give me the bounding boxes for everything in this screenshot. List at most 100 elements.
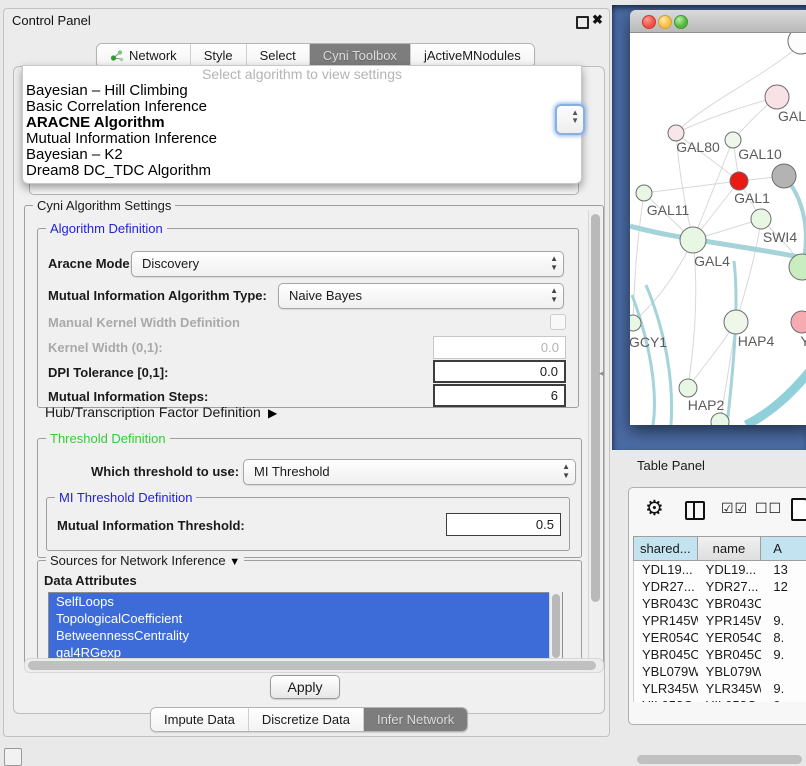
mi-steps-field[interactable]: 6 (433, 384, 566, 407)
table-row[interactable]: YBR045CYBR045C9. (634, 646, 806, 663)
manual-kernel-checkbox[interactable] (550, 314, 566, 330)
table-cell: 13 (761, 561, 806, 578)
node-label: HAP2 (688, 397, 725, 413)
network-node[interactable] (724, 310, 748, 334)
tab-network[interactable]: Network (97, 44, 191, 67)
table-row[interactable]: YDL19...YDL19...13 (634, 561, 806, 578)
minimize-window-icon[interactable] (658, 15, 672, 29)
table-row[interactable]: YLR345WYLR345W9. (634, 680, 806, 697)
focused-combobox-end[interactable]: ▲▼ (555, 104, 585, 135)
cyni-algorithm-settings-group: Cyni Algorithm Settings Algorithm Defini… (24, 205, 604, 667)
network-node[interactable] (772, 164, 796, 188)
tab-select[interactable]: Select (247, 44, 310, 67)
column-header-third[interactable]: A (760, 536, 806, 561)
network-window-titlebar[interactable] (630, 10, 806, 33)
table-cell: 9. (761, 646, 806, 663)
table-row[interactable]: YBL079WYBL079W (634, 663, 806, 680)
algorithm-option[interactable]: Basic Correlation Inference (23, 99, 581, 115)
mi-type-label: Mutual Information Algorithm Type: (48, 288, 267, 303)
tab-impute-data[interactable]: Impute Data (151, 708, 249, 731)
network-node[interactable] (751, 209, 771, 229)
table-cell: YBR043C (634, 595, 698, 612)
expand-arrow-icon: ▶ (265, 406, 278, 420)
network-canvas[interactable]: GALGAL80GAL10GAL1GAL11SWI4GAL4GCY1HAP4YH… (630, 33, 806, 425)
table-toolbar: ⚙ ☑☑ ☐☐ (629, 494, 806, 530)
zoom-window-icon[interactable] (674, 15, 688, 29)
table-hscrollbar-thumb[interactable] (637, 755, 802, 764)
column-header-shared-name[interactable]: shared... (633, 536, 697, 561)
apply-button[interactable]: Apply (270, 675, 340, 699)
algorithm-dropdown-list: Bayesian – Hill ClimbingBasic Correlatio… (23, 83, 581, 179)
table-row[interactable]: YDR27...YDR27...12 (634, 578, 806, 595)
mi-threshold-field[interactable]: 0.5 (446, 513, 561, 536)
tab-label: jActiveMNodules (424, 48, 521, 63)
table-hscrollbar[interactable] (635, 754, 806, 765)
sources-group: Sources for Network Inference ▼ Data Att… (37, 560, 582, 666)
settings-hscrollbar[interactable] (24, 658, 604, 673)
network-node[interactable] (680, 227, 706, 253)
network-node[interactable] (791, 311, 806, 333)
dpi-tolerance-field[interactable]: 0.0 (433, 360, 566, 383)
network-node[interactable] (788, 33, 806, 54)
gear-icon[interactable]: ⚙ (645, 496, 664, 521)
tab-style[interactable]: Style (191, 44, 247, 67)
hub-definition-label: Hub/Transcription Factor Definition (45, 404, 261, 420)
tab-discretize-data[interactable]: Discretize Data (249, 708, 364, 731)
algorithm-option[interactable]: Dream8 DC_TDC Algorithm (23, 163, 581, 179)
tab-cyni-toolbox[interactable]: Cyni Toolbox (310, 44, 411, 67)
settings-hscrollbar-thumb[interactable] (28, 661, 596, 670)
network-icon (110, 49, 124, 62)
minimized-window-icon[interactable] (4, 748, 22, 766)
table-row[interactable]: YIL052CYIL052C9. (634, 697, 806, 702)
kernel-width-field[interactable]: 0.0 (433, 336, 566, 359)
hub-definition-toggle[interactable]: Hub/Transcription Factor Definition ▶ (45, 404, 277, 420)
algorithm-option[interactable]: Mutual Information Inference (23, 131, 581, 147)
float-panel-icon[interactable] (576, 16, 589, 29)
network-node[interactable] (636, 185, 652, 201)
network-node[interactable] (730, 172, 748, 190)
close-window-icon[interactable] (642, 15, 656, 29)
table-cell: YER054C (634, 629, 698, 646)
settings-vscrollbar[interactable] (588, 210, 602, 662)
algorithm-option[interactable]: Bayesian – K2 (23, 147, 581, 163)
kernel-width-label: Kernel Width (0,1): (48, 340, 163, 355)
data-attribute-item[interactable]: TopologicalCoefficient (49, 610, 562, 627)
group-title: Threshold Definition (46, 431, 170, 446)
tab-label: Style (204, 48, 233, 63)
sources-title: Sources for Network Inference (50, 553, 226, 568)
settings-vscrollbar-thumb[interactable] (591, 214, 600, 602)
deselect-all-columns-icon[interactable]: ☐☐ (755, 500, 782, 517)
table-cell: YBR045C (698, 646, 762, 663)
table-rows: YDL19...YDL19...13YDR27...YDR27...12YBR0… (633, 561, 806, 702)
aracne-mode-select[interactable]: Discovery ▲▼ (131, 251, 564, 277)
table-row[interactable]: YER054CYER054C8. (634, 629, 806, 646)
network-node[interactable] (679, 379, 697, 397)
tab-jactivemnodules[interactable]: jActiveMNodules (411, 44, 534, 67)
mi-algorithm-type-select[interactable]: Naive Bayes ▲▼ (278, 283, 564, 309)
list-vscrollbar[interactable] (549, 592, 562, 662)
splitter-collapse-icon[interactable]: ◂ (599, 368, 604, 379)
column-header-name[interactable]: name (697, 536, 761, 561)
which-threshold-select[interactable]: MI Threshold ▲▼ (243, 459, 576, 485)
data-attributes-label: Data Attributes (44, 573, 137, 588)
selected-value: MI Threshold (254, 464, 330, 479)
network-node[interactable] (711, 413, 729, 425)
data-attribute-item[interactable]: BetweennessCentrality (49, 627, 562, 644)
table-row[interactable]: YPR145WYPR145W9. (634, 612, 806, 629)
tab-infer-network[interactable]: Infer Network (364, 708, 467, 731)
table-cell: YBR045C (634, 646, 698, 663)
list-vscrollbar-thumb[interactable] (552, 594, 560, 658)
columns-icon[interactable] (685, 501, 705, 520)
data-attribute-item[interactable]: SelfLoops (49, 593, 562, 610)
select-all-columns-icon[interactable]: ☑☑ (721, 500, 748, 517)
tab-label: Infer Network (377, 712, 454, 727)
network-node[interactable] (630, 315, 641, 331)
table-panel-title: Table Panel (637, 458, 705, 473)
algorithm-option[interactable]: Bayesian – Hill Climbing (23, 83, 581, 99)
collapse-arrow-icon[interactable]: ▼ (229, 555, 240, 570)
algorithm-option[interactable]: ARACNE Algorithm (23, 115, 581, 131)
close-panel-icon[interactable]: ✖ (592, 12, 603, 28)
table-row[interactable]: YBR043CYBR043C (634, 595, 806, 612)
network-node[interactable] (765, 85, 789, 109)
document-icon[interactable] (791, 498, 806, 521)
